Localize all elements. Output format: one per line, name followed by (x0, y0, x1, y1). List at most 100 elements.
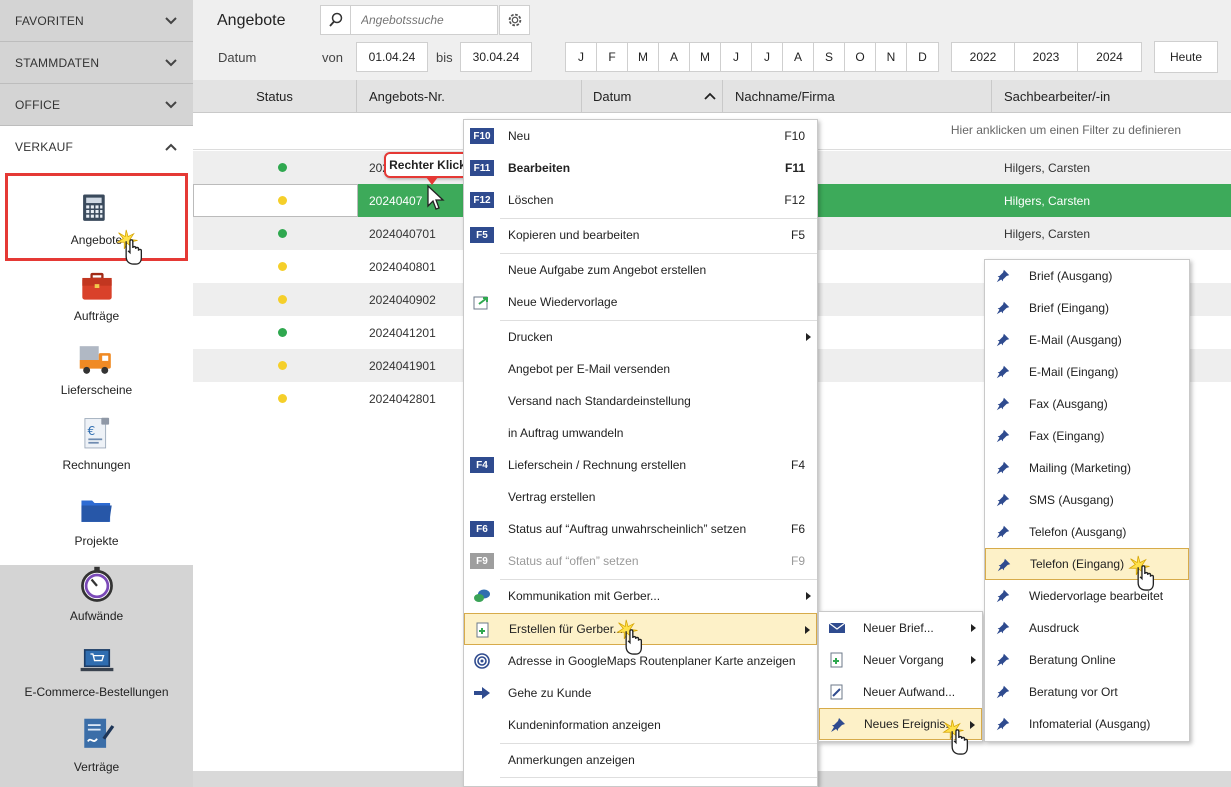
date-to-field[interactable]: 30.04.24 (460, 42, 532, 72)
menu-item-bearbeiten[interactable]: F11 Bearbeiten F11 (464, 152, 817, 184)
menu-item-email-versenden[interactable]: Angebot per E-Mail versenden (464, 353, 817, 385)
menu-item-gehe-zu-kunde[interactable]: Gehe zu Kunde (464, 677, 817, 709)
menu-item-neuer-aufwand[interactable]: Neuer Aufwand... (819, 676, 982, 708)
menu-item-label: Neue Wiedervorlage (508, 295, 618, 309)
svg-text:€: € (87, 424, 95, 438)
menu-item-ereignis[interactable]: Fax (Ausgang) (985, 388, 1189, 420)
sidebar-item-aufwaende[interactable]: Aufwände (0, 565, 193, 623)
sidebar-section-stammdaten[interactable]: STAMMDATEN (0, 42, 193, 84)
menu-item-ereignis[interactable]: Beratung vor Ort (985, 676, 1189, 708)
menu-item-ereignis[interactable]: Fax (Eingang) (985, 420, 1189, 452)
menu-item-ereignis[interactable]: Brief (Eingang) (985, 292, 1189, 324)
menu-item-auftrag-umwandeln[interactable]: in Auftrag umwandeln (464, 417, 817, 449)
menu-item-label: Neuer Vorgang (863, 653, 944, 667)
year-button[interactable]: 2023 (1015, 43, 1078, 71)
pushpin-icon (997, 558, 1011, 572)
menu-item-ereignis[interactable]: Beratung Online (985, 644, 1189, 676)
menu-item-neue-wiedervorlage[interactable]: Neue Wiedervorlage (464, 286, 817, 318)
menu-item-ereignis[interactable]: E-Mail (Ausgang) (985, 324, 1189, 356)
menu-item-ereignis[interactable]: Mailing (Marketing) (985, 452, 1189, 484)
column-header-angebots-nr[interactable]: Angebots-Nr. (357, 80, 582, 113)
submenu-arrow-icon (971, 656, 976, 664)
menu-item-kommunikation[interactable]: Kommunikation mit Gerber... (464, 580, 817, 612)
menu-item-label: Neue Aufgabe zum Angebot erstellen (508, 263, 707, 277)
year-button[interactable]: 2022 (952, 43, 1015, 71)
menu-item-ereignis[interactable]: Telefon (Eingang) (985, 548, 1189, 580)
menu-item-status-offen: F9 Status auf “offen” setzen F9 (464, 545, 817, 577)
pushpin-icon (996, 653, 1010, 667)
pushpin-icon (996, 717, 1010, 731)
sidebar-item-auftraege[interactable]: Aufträge (0, 271, 193, 323)
status-dot-green (278, 328, 287, 337)
menu-item-neuer-vorgang[interactable]: Neuer Vorgang (819, 644, 982, 676)
sidebar-item-angebote[interactable]: Angebote (0, 191, 193, 247)
sidebar-item-ecommerce[interactable]: E-Commerce-Bestellungen (0, 645, 193, 699)
status-dot-yellow (278, 295, 287, 304)
calculator-icon (82, 194, 105, 221)
menu-item-loeschen[interactable]: F12 Löschen F12 (464, 184, 817, 216)
sidebar-section-verkauf[interactable]: VERKAUF (0, 126, 193, 168)
menu-item-label: Neuer Brief... (863, 621, 934, 635)
menu-item-ereignis[interactable]: Infomaterial (Ausgang) (985, 708, 1189, 740)
month-button[interactable]: A (659, 43, 690, 71)
menu-item-ereignis[interactable]: Ausdruck (985, 612, 1189, 644)
month-button[interactable]: N (876, 43, 907, 71)
pushpin-icon (996, 525, 1010, 539)
column-header-status[interactable]: Status (193, 80, 357, 113)
menu-item-ereignis[interactable]: SMS (Ausgang) (985, 484, 1189, 516)
sidebar-section-label: STAMMDATEN (15, 55, 100, 70)
column-header-nachname[interactable]: Nachname/Firma (723, 80, 992, 113)
menu-item-neue-aufgabe[interactable]: Neue Aufgabe zum Angebot erstellen (464, 254, 817, 286)
sidebar-item-label: Rechnungen (62, 458, 131, 472)
search-settings-button[interactable] (499, 5, 530, 35)
menu-item-ereignis[interactable]: Telefon (Ausgang) (985, 516, 1189, 548)
menu-item-vertrag[interactable]: Vertrag erstellen (464, 481, 817, 513)
sidebar-section-office[interactable]: OFFICE (0, 84, 193, 126)
sidebar-item-rechnungen[interactable]: € Rechnungen (0, 416, 193, 472)
search-icon[interactable] (321, 6, 351, 34)
menu-item-versand[interactable]: Versand nach Standardeinstellung (464, 385, 817, 417)
menu-item-kundeninformation[interactable]: Kundeninformation anzeigen (464, 709, 817, 741)
menu-item-ereignis[interactable]: Brief (Ausgang) (985, 260, 1189, 292)
menu-item-neu[interactable]: F10 Neu F10 (464, 120, 817, 152)
sidebar-section-favoriten[interactable]: FAVORITEN (0, 0, 193, 42)
year-button[interactable]: 2024 (1078, 43, 1141, 71)
search-box[interactable] (320, 5, 498, 35)
date-from-field[interactable]: 01.04.24 (356, 42, 428, 72)
month-button[interactable]: F (597, 43, 628, 71)
menu-item-status-unwahrscheinlich[interactable]: F6 Status auf “Auftrag unwahrscheinlich” … (464, 513, 817, 545)
shortcut: F5 (790, 228, 805, 242)
month-button[interactable]: S (814, 43, 845, 71)
sidebar-item-lieferscheine[interactable]: Lieferscheine (0, 341, 193, 397)
column-header-sachbearbeiter[interactable]: Sachbearbeiter/-in (992, 80, 1231, 113)
month-button[interactable]: J (721, 43, 752, 71)
today-button[interactable]: Heute (1154, 41, 1218, 73)
column-header-datum[interactable]: Datum (582, 80, 723, 113)
month-button[interactable]: M (690, 43, 721, 71)
menu-item-label: Vertrag erstellen (508, 490, 596, 504)
menu-item-drucken[interactable]: Drucken (464, 321, 817, 353)
menu-item-neuer-brief[interactable]: Neuer Brief... (819, 612, 982, 644)
month-button[interactable]: M (628, 43, 659, 71)
menu-item-lieferschein[interactable]: F4 Lieferschein / Rechnung erstellen F4 (464, 449, 817, 481)
pushpin-icon (996, 269, 1010, 283)
month-button[interactable]: J (566, 43, 597, 71)
menu-item-label: Brief (Ausgang) (1029, 269, 1113, 283)
month-button[interactable]: A (783, 43, 814, 71)
menu-item-ereignis[interactable]: Wiedervorlage bearbeitet (985, 580, 1189, 612)
month-button[interactable]: J (752, 43, 783, 71)
search-input[interactable] (351, 13, 491, 27)
sidebar-item-vertraege[interactable]: Verträge (0, 716, 193, 774)
shortcut: F11 (784, 161, 805, 175)
toolbar: Angebote Datum von 01.04.24 bis 30.04.24… (193, 0, 1231, 80)
sidebar-item-projekte[interactable]: Projekte (0, 494, 193, 548)
row-number: 20240407 (369, 194, 423, 208)
menu-item-kopieren[interactable]: F5 Kopieren und bearbeiten F5 (464, 219, 817, 251)
submenu-arrow-icon (971, 624, 976, 632)
right-click-callout: Rechter Klick (384, 152, 471, 185)
month-button[interactable]: O (845, 43, 876, 71)
month-button[interactable]: D (907, 43, 938, 71)
arrow-right-icon (474, 687, 490, 699)
menu-item-ereignis[interactable]: E-Mail (Eingang) (985, 356, 1189, 388)
menu-item-anmerkungen[interactable]: Anmerkungen anzeigen (464, 744, 817, 776)
